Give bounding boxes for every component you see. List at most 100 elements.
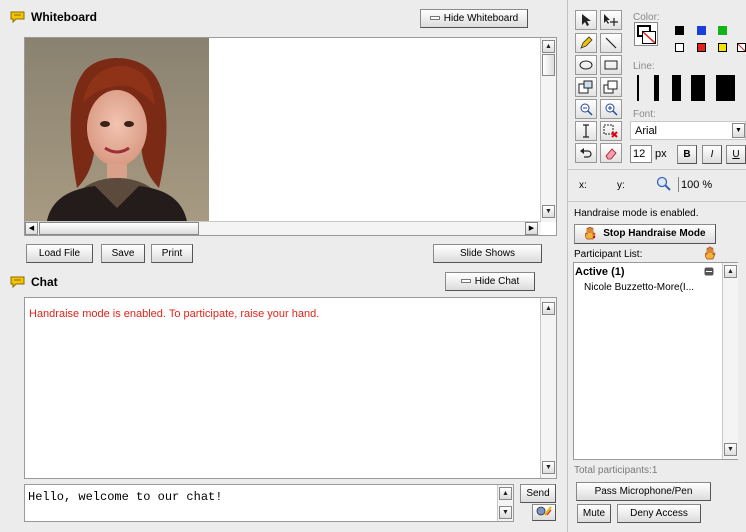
line-width-1[interactable] — [637, 75, 639, 101]
copy-icon — [603, 80, 618, 94]
zoom-out-tool[interactable] — [575, 99, 597, 119]
mute-label: Mute — [582, 508, 606, 519]
image-resize-icon — [578, 80, 593, 94]
chat-input-text[interactable]: Hello, welcome to our chat! — [28, 490, 222, 504]
line-width-2[interactable] — [654, 75, 659, 101]
whiteboard-canvas[interactable] — [24, 37, 557, 236]
scroll-up-icon[interactable]: ▲ — [724, 265, 737, 278]
font-size-input[interactable]: 12 — [630, 145, 652, 163]
hide-chat-button[interactable]: Hide Chat — [445, 272, 535, 291]
swatch-blue[interactable] — [697, 26, 706, 35]
emoticon-button[interactable] — [532, 504, 556, 521]
line-width-5[interactable] — [716, 75, 735, 101]
italic-button[interactable]: I — [702, 145, 722, 164]
underline-label: U — [732, 149, 740, 160]
panel-divider — [567, 0, 568, 532]
zoom-in-icon — [605, 103, 618, 116]
select-tool[interactable] — [575, 10, 597, 30]
eraser-tool[interactable] — [600, 143, 622, 163]
handraise-status: Handraise mode is enabled. — [574, 208, 699, 219]
move-tool[interactable] — [600, 10, 622, 30]
pencil-icon — [580, 36, 593, 49]
swatch-black[interactable] — [675, 26, 684, 35]
rectangle-icon — [604, 60, 618, 70]
whiteboard-hscroll[interactable]: ◀ ▶ — [25, 221, 541, 235]
rectangle-tool[interactable] — [600, 55, 622, 75]
zoom-in-tool[interactable] — [600, 99, 622, 119]
scroll-up-icon[interactable]: ▲ — [542, 40, 555, 53]
x-coordinate-label: x: — [579, 180, 587, 191]
undo-icon — [580, 148, 592, 158]
italic-label: I — [710, 149, 714, 160]
pass-microphone-button[interactable]: Pass Microphone/Pen — [576, 482, 711, 501]
current-color-picker[interactable] — [634, 22, 658, 46]
app-root: Whiteboard Hide Whiteboard ▲ ▼ ◀ ▶ Load … — [0, 0, 746, 532]
swatch-yellow[interactable] — [718, 43, 727, 52]
speech-bubble-icon — [10, 276, 25, 288]
line-icon — [605, 37, 617, 49]
chat-input[interactable]: Hello, welcome to our chat! — [24, 484, 514, 522]
stop-handraise-button[interactable]: Stop Handraise Mode — [574, 224, 716, 244]
chat-log: Handraise mode is enabled. To participat… — [24, 297, 557, 479]
total-participants: Total participants:1 — [574, 465, 658, 476]
swatch-none[interactable] — [737, 43, 746, 52]
chat-vscroll[interactable]: ▲ ▼ — [540, 298, 556, 478]
participant-vscroll[interactable]: ▲ ▼ — [722, 263, 738, 459]
clear-tool[interactable] — [600, 121, 622, 141]
scroll-down-icon[interactable]: ▼ — [499, 506, 512, 519]
ellipse-tool[interactable] — [575, 55, 597, 75]
swatch-white[interactable] — [675, 43, 684, 52]
toolbox-separator — [568, 169, 746, 170]
deny-access-label: Deny Access — [630, 508, 688, 519]
scroll-thumb[interactable] — [542, 54, 555, 76]
line-width-4[interactable] — [691, 75, 705, 101]
no-color-icon — [738, 44, 745, 51]
magnifier-icon[interactable] — [656, 176, 672, 192]
hscroll-thumb[interactable] — [39, 222, 199, 235]
image-tool[interactable] — [575, 77, 597, 97]
hide-whiteboard-button[interactable]: Hide Whiteboard — [420, 9, 528, 28]
line-tool[interactable] — [600, 33, 622, 53]
collapse-group-icon[interactable] — [704, 267, 714, 276]
scroll-left-icon[interactable]: ◀ — [25, 222, 38, 235]
load-file-button[interactable]: Load File — [26, 244, 93, 263]
deny-access-button[interactable]: Deny Access — [617, 504, 701, 523]
font-size-unit: px — [655, 148, 667, 160]
print-button[interactable]: Print — [151, 244, 193, 263]
participant-list: Active (1) Nicole Buzzetto-More(I... — [573, 262, 738, 460]
whiteboard-title: Whiteboard — [10, 10, 97, 24]
print-label: Print — [161, 248, 183, 259]
pencil-tool[interactable] — [575, 33, 597, 53]
slide-shows-button[interactable]: Slide Shows — [433, 244, 542, 263]
scroll-down-icon[interactable]: ▼ — [542, 205, 555, 218]
mute-button[interactable]: Mute — [577, 504, 611, 523]
swatch-red[interactable] — [697, 43, 706, 52]
bold-button[interactable]: B — [677, 145, 697, 164]
arrow-pointer-icon — [582, 14, 591, 26]
participant-list-label: Participant List: — [574, 249, 643, 260]
chevron-down-icon[interactable]: ▼ — [732, 123, 745, 138]
undo-tool[interactable] — [575, 143, 597, 163]
scroll-up-icon[interactable]: ▲ — [542, 302, 555, 315]
participant-item[interactable]: Nicole Buzzetto-More(I... — [584, 282, 694, 293]
save-button[interactable]: Save — [101, 244, 145, 263]
swatch-green[interactable] — [718, 26, 727, 35]
eraser-icon — [605, 148, 617, 160]
clear-selection-icon — [603, 124, 618, 138]
chat-input-vscroll[interactable]: ▲ ▼ — [497, 485, 513, 521]
text-cursor-icon — [583, 124, 589, 138]
font-select[interactable]: Arial ▼ — [630, 121, 746, 140]
underline-button[interactable]: U — [726, 145, 746, 164]
raise-hand-icon[interactable] — [703, 246, 717, 260]
scroll-right-icon[interactable]: ▶ — [525, 222, 538, 235]
line-width-3[interactable] — [672, 75, 681, 101]
whiteboard-vscroll[interactable]: ▲ ▼ — [540, 38, 556, 222]
scroll-down-icon[interactable]: ▼ — [542, 461, 555, 474]
pass-microphone-label: Pass Microphone/Pen — [594, 486, 693, 497]
send-button[interactable]: Send — [520, 484, 556, 503]
presenter-photo — [25, 38, 209, 221]
copy-tool[interactable] — [600, 77, 622, 97]
scroll-up-icon[interactable]: ▲ — [499, 487, 512, 500]
scroll-down-icon[interactable]: ▼ — [724, 443, 737, 456]
text-tool[interactable] — [575, 121, 597, 141]
